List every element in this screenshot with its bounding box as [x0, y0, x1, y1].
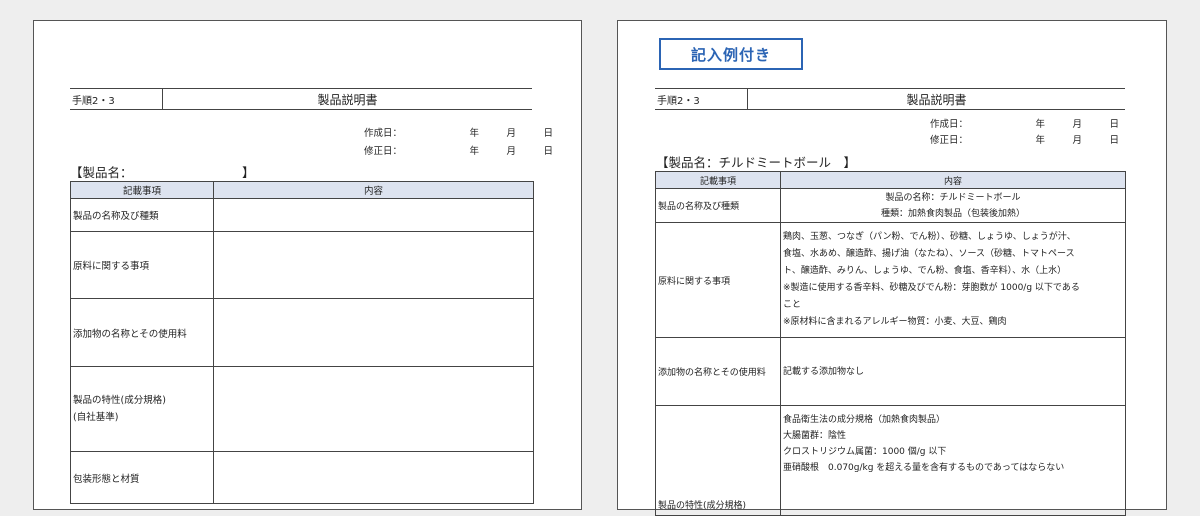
- value-line: ト、醸造酢、みりん、しょうゆ、でん粉、食塩、香辛料）、水（上水）: [783, 266, 1067, 276]
- date-block: 作成日： 年 月 日 修正日： 年 月 日: [930, 117, 1119, 149]
- created-date-label: 作成日：: [930, 119, 969, 130]
- value-line: こと: [783, 300, 802, 310]
- value-line: ※原材料に含まれるアレルギー物質：小麦、大豆、鶏肉: [783, 317, 1007, 327]
- month-unit: 月: [506, 128, 516, 139]
- row-value-input[interactable]: [213, 366, 534, 452]
- row-value: 記載する添加物なし: [780, 337, 1126, 406]
- value-line: 種類：加熱食肉製品（包装後加熱）: [880, 208, 1025, 219]
- col-header-item: 記載事項: [655, 171, 781, 189]
- header-bar: 手順2・3 製品説明書: [655, 88, 1125, 110]
- col-header-item: 記載事項: [70, 181, 214, 199]
- row-key: 製品の名称及び種類: [655, 188, 781, 223]
- value-line: 製品の名称：チルドミートボール: [885, 192, 1021, 203]
- row-key: 製品の特性(成分規格) (自社基準): [70, 366, 214, 452]
- year-unit: 年: [1035, 135, 1045, 146]
- value-line: 食品衛生法の成分規格（加熱食肉製品）: [783, 415, 946, 425]
- row-key: 製品の名称及び種類: [70, 198, 214, 232]
- step-label: 手順2・3: [655, 89, 748, 109]
- row-key: 包装形態と材質: [70, 451, 214, 504]
- col-header-content: 内容: [213, 181, 534, 199]
- document-title: 製品説明書: [906, 92, 967, 107]
- blank-template-sheet: 手順2・3 製品説明書 作成日： 年 月 日 修正日： 年 月 日 【製品名： …: [33, 20, 582, 510]
- row-value: 食品衛生法の成分規格（加熱食肉製品） 大腸菌群：陰性 クロストリジウム属菌：10…: [780, 405, 1126, 516]
- row-value-input[interactable]: [213, 198, 534, 232]
- value-line: クロストリジウム属菌：1000 個/g 以下: [783, 447, 947, 457]
- year-unit: 年: [1035, 119, 1045, 130]
- year-unit: 年: [469, 128, 479, 139]
- product-name-heading: 【製品名：チルドミートボール 】: [656, 155, 857, 170]
- step-label: 手順2・3: [70, 89, 163, 109]
- day-unit: 日: [543, 146, 553, 157]
- row-key-line: (自社基準): [73, 412, 119, 423]
- product-name-close: 】: [242, 165, 255, 180]
- day-unit: 日: [543, 128, 553, 139]
- col-header-content: 内容: [780, 171, 1126, 189]
- row-key: 原料に関する事項: [70, 231, 214, 299]
- row-key: 添加物の名称とその使用料: [70, 298, 214, 367]
- row-key: 製品の特性(成分規格): [655, 405, 781, 516]
- spec-table: 記載事項 内容 製品の名称及び種類 製品の名称：チルドミートボール 種類：加熱食…: [655, 171, 1126, 516]
- value-line: 大腸菌群：陰性: [783, 431, 847, 441]
- month-unit: 月: [506, 146, 516, 157]
- created-date-label: 作成日：: [364, 128, 403, 139]
- row-key-line: 製品の特性(成分規格): [73, 395, 166, 406]
- day-unit: 日: [1109, 135, 1119, 146]
- filled-example-sheet: 記入例付き 手順2・3 製品説明書 作成日： 年 月 日 修正日： 年 月 日 …: [617, 20, 1167, 516]
- month-unit: 月: [1072, 135, 1082, 146]
- product-name-heading: 【製品名： 】: [70, 162, 255, 181]
- value-line: 亜硝酸根 0.070g/kg を超える量を含有するものであってはならない: [783, 463, 1065, 473]
- date-block: 作成日： 年 月 日 修正日： 年 月 日: [364, 125, 553, 161]
- row-value-input[interactable]: [213, 451, 534, 504]
- row-key: 原料に関する事項: [655, 222, 781, 338]
- document-title: 製品説明書: [317, 92, 378, 107]
- row-value: 鶏肉、玉葱、つなぎ（パン粉、でん粉）、砂糖、しょうゆ、しょうが汁、 食塩、水あめ…: [780, 222, 1126, 338]
- month-unit: 月: [1072, 119, 1082, 130]
- row-key: 添加物の名称とその使用料: [655, 337, 781, 406]
- example-badge: 記入例付き: [659, 38, 803, 70]
- spec-table: 記載事項 内容 製品の名称及び種類 原料に関する事項 添加物の名称とその使用料 …: [70, 181, 534, 504]
- value-line: 食塩、水あめ、醸造酢、揚げ油（なたね）、ソース（砂糖、トマトペース: [783, 249, 1075, 259]
- revised-date-label: 修正日：: [364, 146, 403, 157]
- value-line: ※製造に使用する香辛料、砂糖及びでん粉：芽胞数が 1000/g 以下である: [783, 283, 1080, 293]
- revised-date-label: 修正日：: [930, 135, 969, 146]
- row-value-input[interactable]: [213, 231, 534, 299]
- header-bar: 手順2・3 製品説明書: [70, 88, 532, 110]
- product-name-label: 【製品名：: [70, 165, 133, 180]
- row-value: 製品の名称：チルドミートボール 種類：加熱食肉製品（包装後加熱）: [780, 188, 1126, 223]
- day-unit: 日: [1109, 119, 1119, 130]
- row-value-input[interactable]: [213, 298, 534, 367]
- value-line: 鶏肉、玉葱、つなぎ（パン粉、でん粉）、砂糖、しょうゆ、しょうが汁、: [783, 232, 1076, 242]
- year-unit: 年: [469, 146, 479, 157]
